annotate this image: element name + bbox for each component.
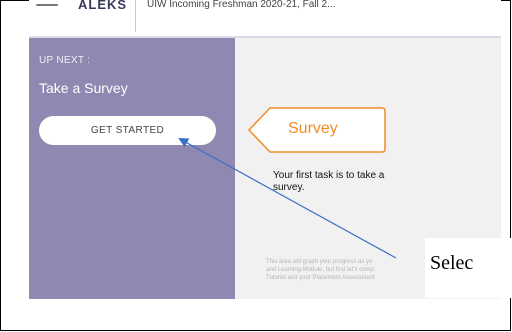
annotation-arrow <box>178 138 397 259</box>
annotation-arrow-line <box>178 138 397 259</box>
